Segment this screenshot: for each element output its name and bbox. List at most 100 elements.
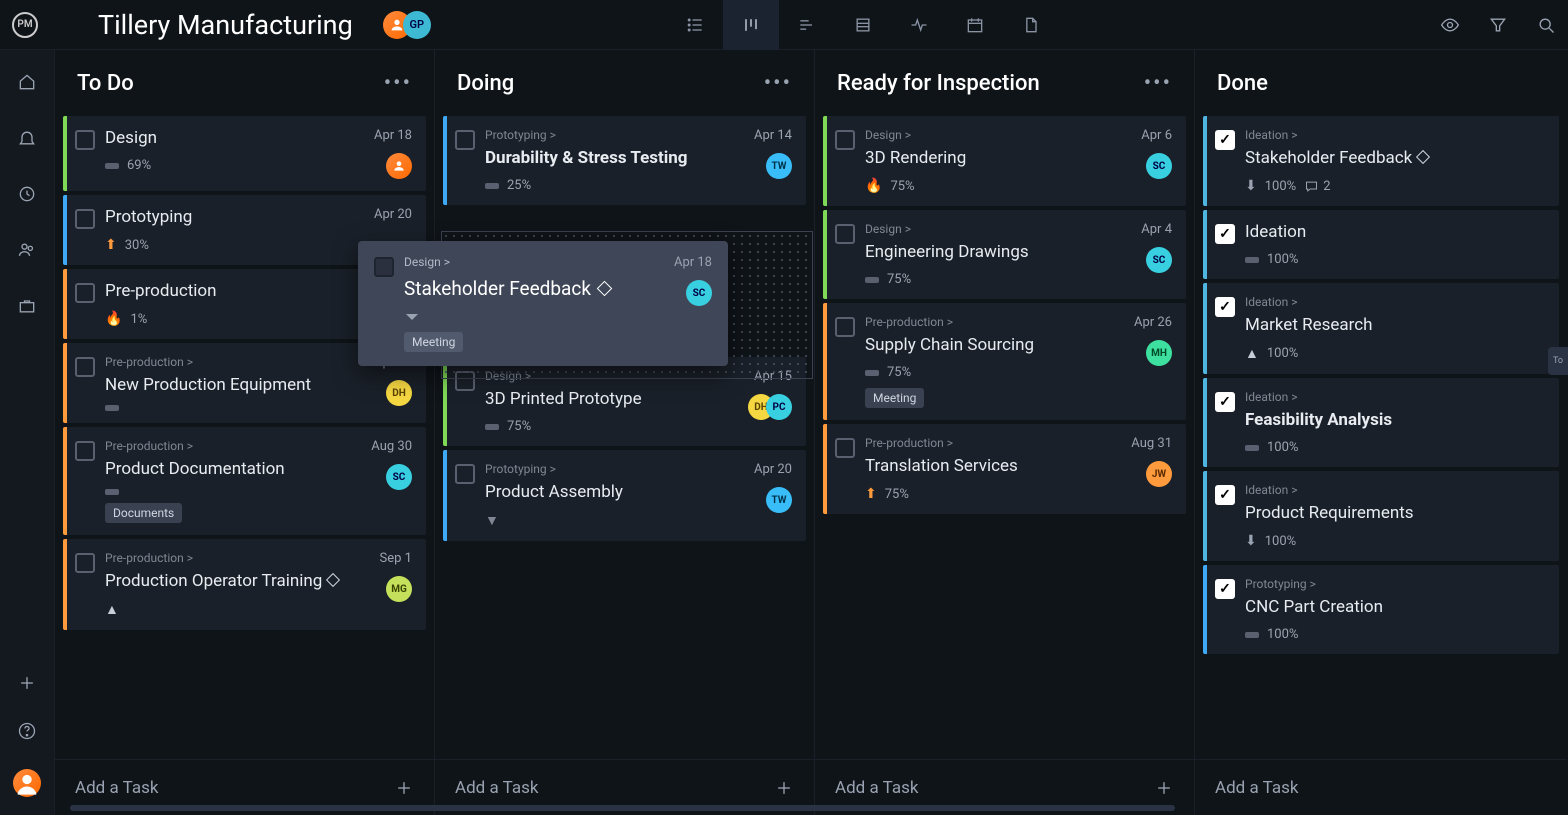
help-icon[interactable] — [17, 721, 37, 741]
task-checkbox[interactable] — [835, 438, 855, 458]
current-user-avatar[interactable] — [13, 769, 41, 797]
dragging-card[interactable]: Design > Stakeholder Feedback Meeting Ap… — [358, 241, 728, 366]
task-card[interactable]: Design69%Apr 18 — [63, 116, 426, 191]
task-checkbox[interactable] — [75, 209, 95, 229]
task-checkbox[interactable] — [75, 553, 95, 573]
horizontal-scrollbar[interactable] — [70, 805, 1548, 811]
task-checkbox[interactable] — [75, 283, 95, 303]
visibility-icon[interactable] — [1440, 15, 1460, 35]
notifications-icon[interactable] — [17, 128, 37, 148]
assignee-avatar[interactable]: SC — [686, 280, 712, 306]
priority-down-icon: ⬇ — [1245, 178, 1257, 194]
app-logo[interactable]: PM — [12, 12, 38, 38]
task-card[interactable]: Prototyping >CNC Part Creation100% — [1203, 565, 1559, 654]
column-title: To Do — [77, 71, 134, 96]
task-title: CNC Part Creation — [1245, 597, 1535, 617]
task-meta — [105, 405, 364, 411]
task-card[interactable]: Ideation100% — [1203, 210, 1559, 279]
column-menu-icon[interactable]: ••• — [764, 71, 792, 96]
add-icon[interactable] — [17, 673, 37, 693]
view-list[interactable] — [667, 0, 723, 50]
task-checkbox[interactable] — [835, 317, 855, 337]
project-members[interactable]: GP — [383, 11, 431, 39]
view-calendar[interactable] — [947, 0, 1003, 50]
task-card[interactable]: Pre-production >Supply Chain Sourcing75%… — [823, 303, 1186, 420]
view-sheet[interactable] — [835, 0, 891, 50]
task-checkbox[interactable] — [75, 357, 95, 377]
card-color-bar — [1203, 210, 1207, 279]
task-checkbox[interactable] — [75, 441, 95, 461]
assignee-avatar[interactable]: SC — [1146, 247, 1172, 273]
priority-down-icon: ⬇ — [1245, 533, 1257, 549]
task-checkbox[interactable] — [835, 224, 855, 244]
task-card[interactable]: Pre-production > Production Operator Trai… — [63, 539, 426, 630]
task-card[interactable]: Ideation >Product Requirements⬇100% — [1203, 471, 1559, 561]
assignee-avatar[interactable]: MG — [386, 576, 412, 602]
task-card[interactable]: Ideation >Feasibility Analysis100% — [1203, 378, 1559, 467]
task-meta: ▲100% — [1245, 345, 1535, 362]
assignee-avatar[interactable] — [386, 153, 412, 179]
home-icon[interactable] — [17, 72, 37, 92]
assignee-avatar[interactable]: DH — [386, 380, 412, 406]
view-kanban[interactable] — [723, 0, 779, 50]
card-color-bar — [63, 269, 67, 339]
column-menu-icon[interactable]: ••• — [384, 71, 412, 96]
progress-indicator — [105, 405, 119, 411]
task-checkbox[interactable] — [1215, 392, 1235, 412]
card-color-bar — [1203, 116, 1207, 206]
column-menu-icon[interactable]: ••• — [1144, 71, 1172, 96]
task-checkbox[interactable] — [75, 130, 95, 150]
task-checkbox[interactable] — [1215, 297, 1235, 317]
task-checkbox[interactable] — [455, 130, 475, 150]
view-files[interactable] — [1003, 0, 1059, 50]
recent-icon[interactable] — [17, 184, 37, 204]
task-title: 3D Printed Prototype — [485, 389, 738, 409]
task-checkbox[interactable] — [1215, 579, 1235, 599]
task-card[interactable]: Design >3D Rendering🔥75%Apr 6SC — [823, 116, 1186, 206]
card-color-bar — [823, 303, 827, 420]
task-title: Market Research — [1245, 315, 1535, 335]
assignee-avatar[interactable]: TW — [766, 487, 792, 513]
avatar-gp[interactable]: GP — [403, 11, 431, 39]
card-color-bar — [443, 450, 447, 541]
task-category: Pre-production > — [105, 551, 370, 565]
assignee-group[interactable]: DHPC — [748, 394, 792, 420]
task-tag: Meeting — [865, 388, 924, 408]
task-card[interactable]: Pre-production >Translation Services⬆75%… — [823, 424, 1186, 514]
portfolio-icon[interactable] — [17, 296, 37, 316]
task-meta: 🔥75% — [865, 178, 1131, 194]
task-checkbox[interactable] — [455, 464, 475, 484]
collapsed-column-tag[interactable]: To — [1548, 347, 1568, 375]
progress-indicator — [105, 163, 119, 169]
task-date: Sep 1 — [380, 551, 412, 566]
task-card[interactable]: Ideation >Stakeholder Feedback⬇100%2 — [1203, 116, 1559, 206]
view-activity[interactable] — [891, 0, 947, 50]
assignee-avatar[interactable]: SC — [386, 464, 412, 490]
progress-indicator — [485, 183, 499, 189]
task-checkbox[interactable] — [1215, 130, 1235, 150]
task-card[interactable]: Prototyping >Durability & Stress Testing… — [443, 116, 806, 205]
filter-icon[interactable] — [1488, 15, 1508, 35]
view-gantt[interactable] — [779, 0, 835, 50]
task-category: Ideation > — [1245, 128, 1535, 142]
task-checkbox[interactable] — [1215, 485, 1235, 505]
card-color-bar — [1203, 471, 1207, 561]
team-icon[interactable] — [17, 240, 37, 260]
progress-indicator — [105, 489, 119, 495]
progress-indicator — [865, 277, 879, 283]
task-checkbox[interactable] — [835, 130, 855, 150]
assignee-avatar[interactable]: SC — [1146, 153, 1172, 179]
task-card[interactable]: Prototyping >Product Assembly▼Apr 20TW — [443, 450, 806, 541]
task-card[interactable]: Pre-production >Product DocumentationDoc… — [63, 427, 426, 535]
search-icon[interactable] — [1536, 15, 1556, 35]
assignee-avatar[interactable]: TW — [766, 153, 792, 179]
task-card[interactable]: Design >Engineering Drawings75%Apr 4SC — [823, 210, 1186, 299]
task-checkbox[interactable] — [1215, 224, 1235, 244]
assignee-avatar[interactable]: JW — [1146, 461, 1172, 487]
task-title: Production Operator Training — [105, 571, 370, 591]
progress-indicator — [865, 370, 879, 376]
task-checkbox[interactable] — [374, 257, 394, 277]
task-card[interactable]: Ideation >Market Research▲100% — [1203, 283, 1559, 374]
task-category: Design > — [865, 128, 1131, 142]
assignee-avatar[interactable]: MH — [1146, 340, 1172, 366]
